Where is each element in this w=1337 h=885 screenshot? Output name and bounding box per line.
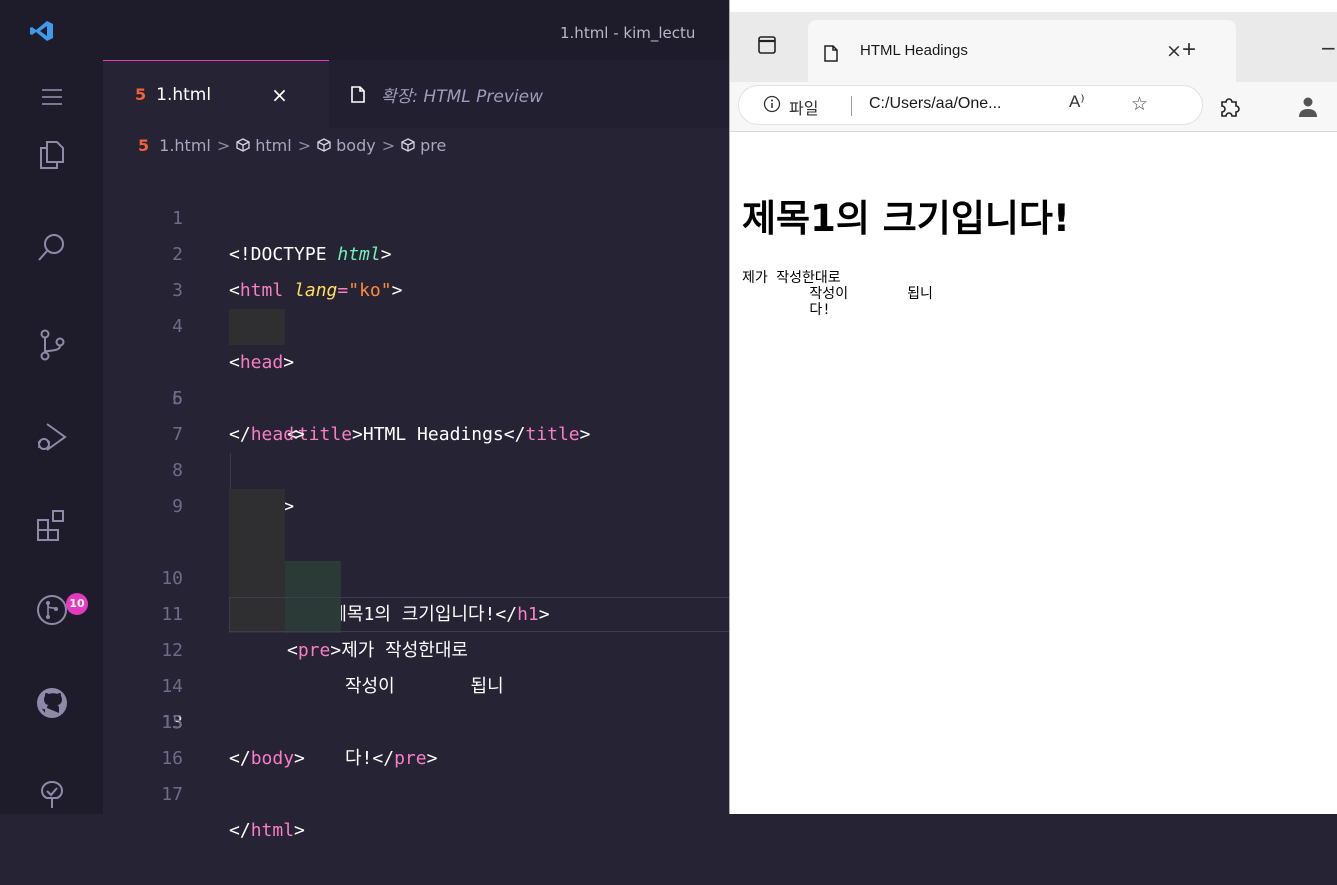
editor-tab-bar: 5 1.html × 확장: HTML Preview	[103, 60, 733, 128]
code-line: 9	[103, 453, 733, 517]
menu-icon[interactable]	[35, 80, 69, 114]
chevron-right-icon: >	[216, 135, 231, 155]
breadcrumb-file[interactable]: 1.html	[159, 136, 211, 155]
close-tab-button[interactable]: ×	[271, 83, 288, 107]
code-line: 4 <head>	[103, 273, 733, 373]
page-preformatted-text: 제가 작성한대로 작성이 됩니 다!	[742, 270, 933, 318]
code-line: 8 <body>	[103, 417, 733, 517]
tab-html-preview[interactable]: 확장: HTML Preview	[329, 60, 729, 128]
breadcrumb: 5 1.html > html > body > pre	[138, 131, 446, 159]
code-line: 17 </html>	[103, 741, 733, 841]
code-line: 10 <h1>제목1의 크기입니다!</h1>	[103, 489, 733, 625]
info-icon[interactable]	[763, 95, 781, 113]
address-bar[interactable]: 파일 C:/Users/aa/One... A⁾ ☆	[738, 85, 1203, 125]
read-aloud-icon[interactable]: A⁾	[1069, 92, 1085, 112]
tab-label: 1.html	[156, 84, 212, 105]
github-icon[interactable]	[35, 686, 69, 720]
page-icon	[824, 45, 838, 62]
preview-doc-icon	[351, 85, 365, 103]
code-line: 12 작성이 됩니	[103, 561, 733, 697]
tree-view-icon[interactable]	[35, 778, 69, 812]
breadcrumb-body[interactable]: body	[336, 136, 376, 155]
scheme-label: 파일	[789, 101, 819, 118]
code-line-current: 13 다!</pre>	[103, 597, 733, 769]
url-text[interactable]: C:/Users/aa/One...	[869, 95, 1002, 113]
search-icon[interactable]	[35, 230, 69, 264]
breadcrumb-html[interactable]: html	[255, 136, 291, 155]
browser-tab[interactable]: HTML Headings ×	[808, 20, 1236, 82]
extensions-puzzle-icon[interactable]	[1218, 95, 1240, 117]
browser-tab-title: HTML Headings	[860, 42, 968, 59]
tab-actions-icon[interactable]	[758, 36, 776, 54]
favorite-star-icon[interactable]: ☆	[1131, 93, 1148, 116]
tab-label: 확장: HTML Preview	[381, 86, 543, 107]
extensions-badge: 10	[66, 593, 88, 615]
extensions-icon[interactable]	[35, 508, 69, 542]
divider	[851, 96, 852, 116]
code-line: 3	[103, 237, 733, 301]
html5-icon: 5	[138, 135, 150, 155]
window-title: 1.html - kim_lectu	[560, 24, 696, 42]
vscode-logo-icon	[30, 21, 53, 41]
activity-bar: 10	[0, 60, 103, 814]
line-number: 17	[161, 784, 183, 805]
run-debug-icon[interactable]	[35, 420, 69, 454]
explorer-icon[interactable]	[35, 138, 69, 172]
browser-window: HTML Headings × + − 파일 C:/Users/aa/One..…	[729, 0, 1337, 814]
code-line: 11 <pre>제가 작성한대로	[103, 525, 733, 661]
code-line: 6 </head>	[103, 345, 733, 445]
profile-icon[interactable]	[1298, 95, 1318, 117]
page-content: 제목1의 크기입니다! 제가 작성한대로 작성이 됩니 다!	[730, 132, 1337, 814]
code-line: 5 <title>HTML Headings</title>	[103, 309, 733, 445]
code-line: 7	[103, 381, 733, 445]
chevron-right-icon: >	[297, 135, 312, 155]
page-heading: 제목1의 크기입니다!	[742, 197, 1070, 240]
element-icon	[401, 138, 415, 152]
html5-icon: 5	[135, 85, 147, 104]
browser-tab-strip: HTML Headings × + −	[730, 12, 1337, 82]
element-icon	[317, 138, 331, 152]
minimize-button[interactable]: −	[1320, 36, 1337, 60]
element-icon	[236, 138, 250, 152]
code-line: 15 </body>	[103, 669, 733, 769]
browser-toolbar: 파일 C:/Users/aa/One... A⁾ ☆	[730, 82, 1337, 132]
breadcrumb-pre[interactable]: pre	[420, 136, 446, 155]
close-tab-button[interactable]: ×	[1166, 40, 1182, 62]
source-control-icon[interactable]	[35, 328, 69, 362]
chevron-right-icon: >	[381, 135, 396, 155]
code-line: 1 <!DOCTYPE html>	[103, 165, 733, 265]
git-graph-icon[interactable]	[35, 593, 69, 627]
tab-1-html[interactable]: 5 1.html ×	[103, 60, 329, 128]
code-line: 14	[103, 633, 733, 697]
code-editor[interactable]: 1 <!DOCTYPE html> 2 <html lang="ko"> 3 4…	[103, 165, 733, 841]
code-line: 16	[103, 705, 733, 769]
new-tab-button[interactable]: +	[1182, 36, 1196, 64]
code-line: 2 <html lang="ko">	[103, 201, 733, 301]
